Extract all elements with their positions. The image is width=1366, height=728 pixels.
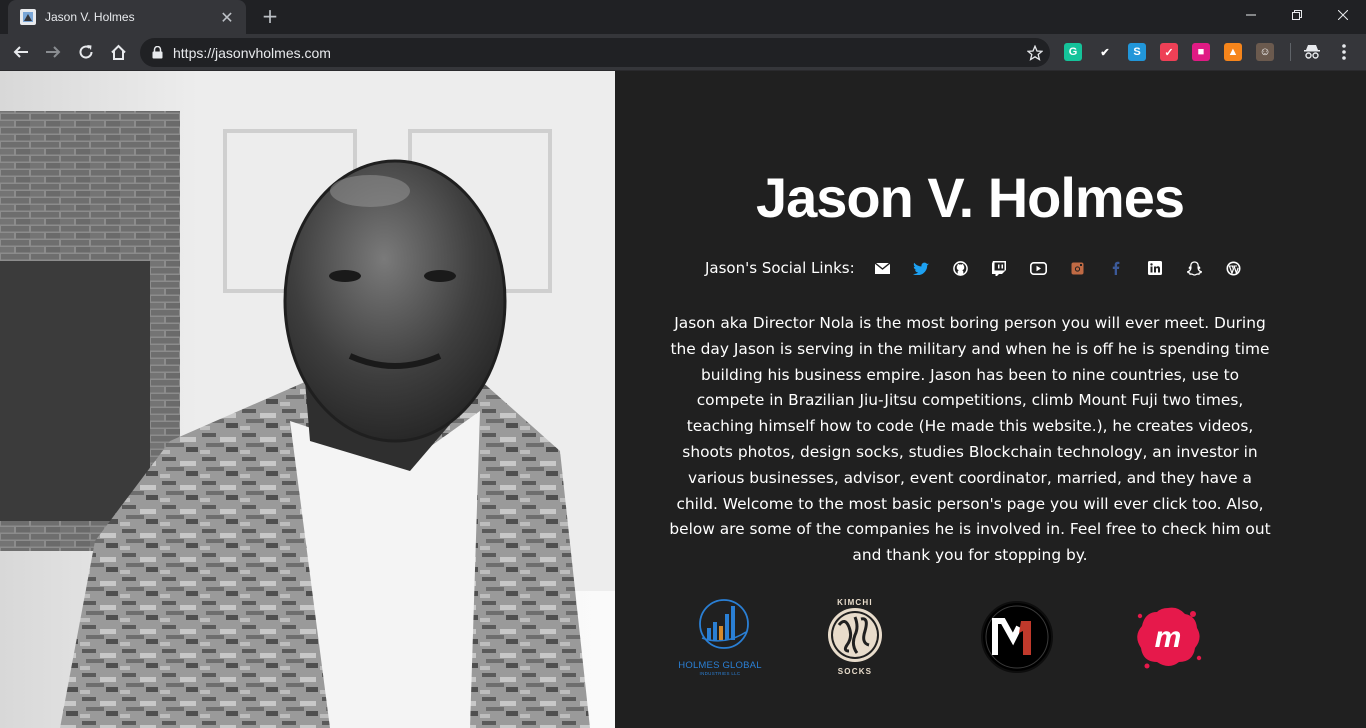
kimchi-subtitle: SOCKS	[837, 667, 873, 676]
pocket-icon[interactable]: ✓	[1160, 43, 1178, 61]
reload-icon	[79, 45, 93, 59]
wordpress-icon	[1226, 261, 1241, 275]
site-favicon-icon	[20, 9, 36, 25]
reload-button[interactable]	[74, 40, 98, 64]
grammarly-icon[interactable]: G	[1064, 43, 1082, 61]
youtube-link[interactable]	[1019, 257, 1058, 279]
holmes-global-subtitle: INDUSTRIES LLC	[699, 671, 741, 676]
portrait-photo	[0, 71, 615, 728]
snapchat-icon	[1186, 260, 1202, 276]
github-link[interactable]	[941, 257, 980, 279]
bio-paragraph: Jason aka Director Nola is the most bori…	[669, 314, 1271, 565]
bookmark-star-icon[interactable]	[1020, 44, 1050, 61]
more-vertical-icon	[1342, 44, 1346, 60]
metamask-icon[interactable]: ▲	[1224, 43, 1242, 61]
toggl-icon[interactable]: ■	[1192, 43, 1210, 61]
facebook-icon	[1112, 261, 1120, 275]
kimchi-socks-logo-icon	[828, 608, 882, 662]
browser-tab[interactable]: Jason V. Holmes ✕	[8, 0, 246, 34]
instagram-icon	[1071, 262, 1084, 274]
toolbar-separator	[1290, 43, 1291, 61]
meetup-logo-icon: m	[1137, 607, 1202, 669]
back-arrow-icon	[13, 46, 28, 58]
page-title: Jason V. Holmes	[755, 166, 1185, 229]
github-icon	[952, 260, 968, 276]
browser-tab-strip: Jason V. Holmes ✕ +	[0, 0, 1366, 34]
linkedin-icon	[1148, 261, 1163, 275]
address-bar[interactable]: https://jasonvholmes.com	[140, 38, 1050, 67]
youtube-icon	[1029, 261, 1047, 275]
tab-title: Jason V. Holmes	[45, 10, 135, 24]
minimize-button[interactable]	[1228, 0, 1274, 30]
linkedin-link[interactable]	[1136, 257, 1175, 279]
rocket-icon[interactable]: ✔	[1096, 43, 1114, 61]
skype-icon[interactable]: S	[1128, 43, 1146, 61]
meetup-logo-letter: m	[1155, 621, 1182, 654]
holmes-global-name: HOLMES GLOBAL	[678, 660, 762, 671]
window-controls	[1228, 0, 1366, 30]
intro-section: Jason V. Holmes Jason's Social Links: Ja…	[615, 71, 1366, 728]
kimchi-name: KIMCHI	[837, 598, 873, 607]
tab-close-icon[interactable]: ✕	[218, 8, 236, 27]
twitter-link[interactable]	[902, 257, 941, 279]
browser-menu-button[interactable]	[1332, 40, 1356, 64]
forward-button[interactable]	[41, 40, 65, 64]
twitch-link[interactable]	[980, 257, 1019, 279]
new-tab-button[interactable]: +	[258, 5, 282, 29]
twitter-icon	[913, 262, 930, 275]
m1-logo-icon	[981, 601, 1053, 673]
email-link[interactable]	[863, 257, 902, 279]
instagram-link[interactable]	[1058, 257, 1097, 279]
social-links: Jason's Social Links:	[705, 257, 1253, 279]
browser-toolbar: https://jasonvholmes.com G ✔ S ✓ ■ ▲ ☺	[0, 34, 1366, 71]
back-button[interactable]	[9, 40, 33, 64]
close-window-button[interactable]	[1320, 0, 1366, 30]
company-kimchi-socks[interactable]: KIMCHI SOCKS	[823, 598, 887, 678]
forward-arrow-icon	[46, 46, 61, 58]
company-holmes-global[interactable]: HOLMES GLOBAL INDUSTRIES LLC	[670, 598, 770, 678]
restore-button[interactable]	[1274, 0, 1320, 30]
wordpress-link[interactable]	[1214, 257, 1253, 279]
web-page: Jason V. Holmes Jason's Social Links: Ja…	[0, 71, 1366, 728]
url-text: https://jasonvholmes.com	[173, 44, 331, 61]
holmes-global-logo-icon	[699, 599, 749, 649]
home-icon	[110, 44, 126, 60]
incognito-icon	[1304, 45, 1320, 59]
snapchat-link[interactable]	[1175, 257, 1214, 279]
facebook-link[interactable]	[1097, 257, 1136, 279]
profile-avatar-icon[interactable]: ☺	[1256, 43, 1274, 61]
twitch-icon	[992, 260, 1007, 276]
company-meetup[interactable]: m	[1133, 602, 1203, 672]
home-button[interactable]	[106, 40, 130, 64]
incognito-button[interactable]	[1300, 40, 1324, 64]
social-links-label: Jason's Social Links:	[705, 259, 855, 277]
lock-icon	[152, 46, 163, 59]
email-icon	[874, 262, 890, 274]
company-m1[interactable]	[979, 599, 1055, 675]
